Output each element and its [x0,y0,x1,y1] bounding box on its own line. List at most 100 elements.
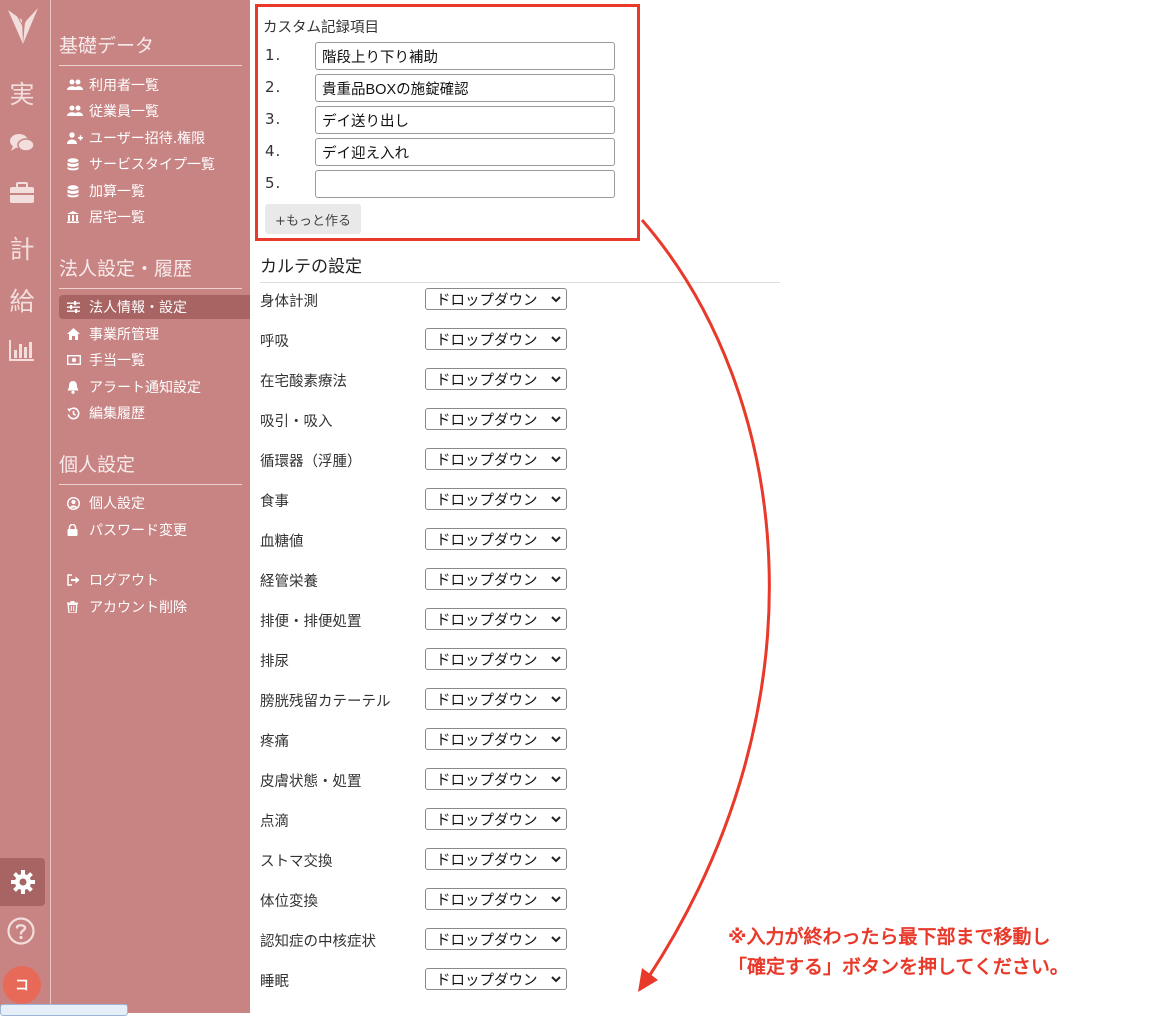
sidebar-item-users[interactable]: 利用者一覧 [59,73,250,97]
custom-item-input[interactable] [315,106,615,134]
karte-dropdown[interactable]: ドロップダウン [425,448,567,470]
rail-plan-label: 計 [9,235,35,264]
sidebar-item-additions[interactable]: 加算一覧 [59,179,250,203]
karte-dropdown[interactable]: ドロップダウン [425,888,567,910]
sidebar-item-offices[interactable]: 事業所管理 [59,322,250,346]
database-icon [67,157,79,170]
karte-row-label: 吸引・吸入 [260,414,333,430]
sidebar-item-allowances[interactable]: 手当一覧 [59,348,250,372]
sidebar-item-label: 利用者一覧 [89,78,159,94]
sidebar-item-label: 編集履歴 [89,406,145,422]
custom-item-row: 5. [265,170,625,198]
karte-row: 膀胱残留カテーテル ドロップダウン [260,685,820,713]
users-icon [67,79,83,90]
home-icon [67,328,80,340]
custom-item-input[interactable] [315,74,615,102]
karte-dropdown-value: ドロップダウン [436,892,538,909]
chevron-down-icon [551,536,561,543]
sidebar-divider [59,288,242,289]
sidebar-item-corporate-info[interactable]: 法人情報・設定 [59,295,250,319]
karte-dropdown[interactable]: ドロップダウン [425,688,567,710]
sidebar-item-personal-settings[interactable]: 個人設定 [59,491,250,515]
karte-dropdown[interactable]: ドロップダウン [425,328,567,350]
rail-briefcase-button[interactable] [0,176,44,210]
karte-row: 点滴 ドロップダウン [260,805,820,833]
rail-chat-button[interactable] [0,126,44,160]
custom-section-title: カスタム記録項目 [263,20,379,36]
karte-row: 血糖値 ドロップダウン [260,525,820,553]
karte-row: 在宅酸素療法 ドロップダウン [260,365,820,393]
sidebar-item-staff[interactable]: 従業員一覧 [59,99,250,123]
karte-dropdown-value: ドロップダウン [436,932,538,949]
karte-dropdown-value: ドロップダウン [436,972,538,989]
sidebar-item-homes[interactable]: 居宅一覧 [59,205,250,229]
sidebar-item-delete-account[interactable]: アカウント削除 [59,595,250,619]
karte-dropdown-value: ドロップダウン [436,532,538,549]
chevron-down-icon [551,896,561,903]
karte-row: ストマ交換 ドロップダウン [260,845,820,873]
karte-dropdown[interactable]: ドロップダウン [425,768,567,790]
sidebar-heading-personal: 個人設定 [59,454,136,476]
sidebar-item-label: パスワード変更 [89,523,187,539]
custom-item-input[interactable] [315,42,615,70]
sidebar-item-alert-settings[interactable]: アラート通知設定 [59,375,250,399]
karte-dropdown[interactable]: ドロップダウン [425,408,567,430]
karte-dropdown[interactable]: ドロップダウン [425,488,567,510]
bell-icon [67,380,79,394]
karte-dropdown-value: ドロップダウン [436,372,538,389]
rail-salary-button[interactable]: 給 [0,283,44,317]
sidebar-item-service-types[interactable]: サービスタイプ一覧 [59,152,250,176]
annotation-note: ※入力が終わったら最下部まで移動し 「確定する」ボタンを押してください。 [728,922,1069,982]
chevron-down-icon [551,336,561,343]
chat-icon [10,134,35,152]
karte-dropdown[interactable]: ドロップダウン [425,288,567,310]
help-icon[interactable] [6,916,36,946]
rail-settings-button[interactable] [0,858,45,906]
custom-item-input[interactable] [315,138,615,166]
custom-item-input[interactable] [315,170,615,198]
karte-row: 循環器（浮腫） ドロップダウン [260,445,820,473]
logo-icon[interactable] [6,6,40,46]
rail-plan-button[interactable]: 計 [0,231,44,265]
karte-row-label: 疼痛 [260,734,289,750]
lock-icon [67,524,78,536]
karte-row-label: 血糖値 [260,534,304,550]
add-more-button[interactable]: +もっと作る [265,204,361,234]
sidebar-item-password[interactable]: パスワード変更 [59,518,250,542]
chevron-down-icon [551,576,561,583]
custom-item-number: 5. [265,174,282,192]
gear-icon [10,870,35,894]
karte-dropdown[interactable]: ドロップダウン [425,968,567,990]
karte-dropdown[interactable]: ドロップダウン [425,568,567,590]
avatar[interactable]: コ [3,966,41,1004]
sidebar-item-label: ログアウト [89,573,159,589]
karte-dropdown[interactable]: ドロップダウン [425,368,567,390]
briefcase-icon [10,182,34,203]
chevron-down-icon [551,656,561,663]
sidebar-item-edit-history[interactable]: 編集履歴 [59,401,250,425]
custom-item-row: 1. [265,42,625,70]
sidebar-item-user-invite[interactable]: ユーザー招待.権限 [59,126,250,150]
karte-row: 体位変換 ドロップダウン [260,885,820,913]
karte-dropdown-value: ドロップダウン [436,812,538,829]
karte-row-label: 身体計測 [260,294,318,310]
karte-dropdown[interactable]: ドロップダウン [425,808,567,830]
karte-dropdown[interactable]: ドロップダウン [425,728,567,750]
chevron-down-icon [551,456,561,463]
karte-row: 排尿 ドロップダウン [260,645,820,673]
sidebar-item-logout[interactable]: ログアウト [59,568,250,592]
karte-dropdown[interactable]: ドロップダウン [425,528,567,550]
karte-dropdown[interactable]: ドロップダウン [425,648,567,670]
user-plus-icon [67,132,83,144]
sidebar-item-label: アカウント削除 [89,600,187,616]
rail-chart-button[interactable] [0,333,44,367]
karte-dropdown-value: ドロップダウン [436,732,538,749]
karte-dropdown[interactable]: ドロップダウン [425,928,567,950]
karte-dropdown[interactable]: ドロップダウン [425,848,567,870]
karte-dropdown[interactable]: ドロップダウン [425,608,567,630]
rail-record-button[interactable]: 実 [0,76,44,110]
karte-row-label: 体位変換 [260,894,318,910]
karte-row-label: 排尿 [260,654,289,670]
karte-row: 疼痛 ドロップダウン [260,725,820,753]
karte-section-title: カルテの設定 [260,257,362,277]
